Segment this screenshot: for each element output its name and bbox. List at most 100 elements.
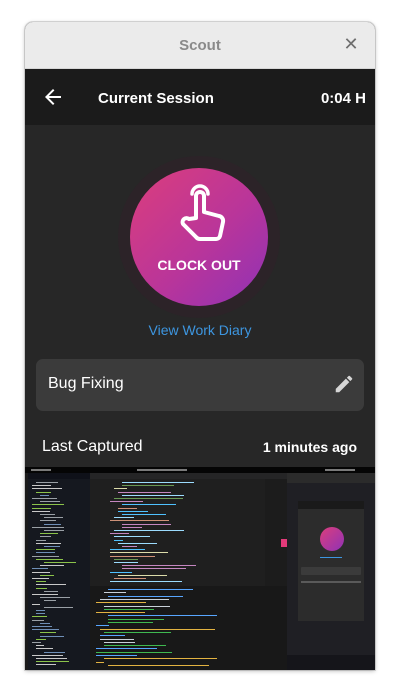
app-header: Current Session 0:04 H (25, 69, 375, 125)
thumbnail-text-line (40, 635, 64, 637)
thumbnail-text-line (32, 616, 47, 618)
page-title: Current Session (98, 90, 214, 107)
window-title: Scout (179, 37, 221, 54)
thumbnail-text-line (114, 578, 146, 579)
thumbnail-text-line (32, 642, 41, 643)
thumbnail-text-line (36, 552, 55, 554)
thumbnail-text-line (104, 658, 217, 660)
task-card[interactable]: Bug Fixing (36, 359, 364, 411)
thumbnail-text-line (44, 606, 73, 608)
window-titlebar: Scout ✕ (25, 22, 375, 69)
thumbnail-text-line (32, 498, 57, 499)
thumbnail-text-line (40, 501, 60, 503)
thumbnail-text-line (114, 530, 184, 531)
clock-out-label: CLOCK OUT (157, 257, 241, 273)
thumbnail-text-line (36, 558, 63, 560)
thumbnail-text-line (110, 571, 132, 573)
view-work-diary-link[interactable]: View Work Diary (25, 322, 375, 338)
thumbnail-text-line (96, 602, 146, 604)
task-name: Bug Fixing (48, 375, 124, 392)
thumbnail-text-line (122, 494, 184, 496)
thumbnail-text-line (122, 482, 194, 483)
thumbnail-text-line (118, 574, 167, 576)
thumbnail-text-line (118, 507, 137, 509)
last-captured-row: Last Captured 1 minutes ago (25, 435, 375, 459)
thumbnail-text-line (36, 482, 58, 483)
thumbnail-text-line (40, 494, 49, 496)
thumbnail-text-line (110, 549, 145, 551)
scout-window: Scout ✕ Current Session 0:04 H CLOCK OUT… (25, 22, 375, 670)
thumbnail-app-window (287, 473, 375, 670)
thumbnail-text-line (36, 648, 53, 650)
thumbnail-minimap (265, 479, 287, 586)
thumbnail-text-line (32, 555, 59, 557)
thumbnail-text-line (40, 520, 56, 522)
thumbnail-clock-button (320, 527, 344, 551)
thumbnail-text-line (114, 562, 138, 563)
thumbnail-text-line (40, 536, 51, 538)
thumbnail-text-line (32, 619, 44, 621)
thumbnail-text-line (108, 595, 183, 597)
thumbnail-text-line (40, 514, 55, 515)
thumbnail-text-line (110, 533, 129, 535)
thumbnail-text-line (32, 510, 50, 512)
thumbnail-text-line (110, 552, 168, 554)
thumbnail-text-line (104, 592, 126, 594)
thumbnail-text-line (36, 610, 45, 611)
thumbnail-text-line (36, 645, 44, 647)
thumbnail-text-line (122, 526, 142, 528)
thumbnail-text-line (108, 664, 209, 666)
thumbnail-text-line (104, 631, 171, 633)
hand-pointer-icon (180, 184, 226, 241)
thumbnail-text-line (40, 622, 50, 624)
thumbnail-topbar-text (137, 469, 187, 471)
close-icon[interactable]: ✕ (341, 35, 361, 55)
thumbnail-text-line (44, 651, 65, 653)
thumbnail-text-line (44, 546, 60, 547)
thumbnail-text-line (104, 608, 154, 610)
thumbnail-text-line (40, 632, 56, 634)
thumbnail-text-line (36, 661, 69, 663)
thumbnail-text-line (110, 555, 155, 557)
thumbnail-text-line (108, 622, 153, 623)
thumbnail-text-line (36, 584, 66, 586)
thumbnail-text-line (104, 605, 170, 607)
thumbnail-text-line (44, 600, 56, 602)
thumbnail-terminal (90, 586, 287, 670)
clock-out-button[interactable]: CLOCK OUT (130, 168, 268, 306)
thumbnail-text-line (100, 635, 125, 637)
thumbnail-text-line (40, 574, 54, 576)
thumbnail-text-line (32, 626, 52, 627)
main-content: CLOCK OUT View Work Diary Bug Fixing Las… (25, 125, 375, 670)
thumbnail-text-line (32, 526, 64, 528)
thumbnail-text-line (100, 628, 215, 630)
thumbnail-app-titlebar (287, 473, 375, 483)
thumbnail-text-line (96, 625, 109, 627)
screenshot-thumbnail[interactable] (25, 467, 375, 670)
thumbnail-code-editor (90, 479, 287, 586)
arrow-left-icon[interactable] (41, 85, 65, 109)
thumbnail-text-line (100, 638, 134, 640)
thumbnail-text-line (36, 491, 51, 493)
thumbnail-text-line (110, 520, 169, 522)
thumbnail-task-card (301, 567, 361, 575)
thumbnail-text-line (108, 615, 217, 617)
thumbnail-text-line (36, 658, 67, 659)
thumbnail-text-line (32, 603, 40, 605)
pencil-icon[interactable] (333, 373, 355, 395)
thumbnail-text-line (108, 589, 193, 590)
thumbnail-text-line (104, 645, 166, 647)
thumbnail-bottombar (287, 655, 375, 670)
thumbnail-text-line (32, 504, 64, 506)
thumbnail-text-line (104, 641, 135, 643)
thumbnail-text-line (108, 618, 164, 620)
thumbnail-text-line (32, 594, 58, 595)
thumbnail-text-line (44, 562, 76, 563)
thumbnail-text-line (32, 571, 50, 573)
thumbnail-row (301, 581, 361, 583)
thumbnail-text-line (44, 517, 63, 519)
last-captured-time: 1 minutes ago (262, 439, 357, 455)
thumbnail-text-line (118, 491, 171, 493)
thumbnail-text-line (36, 587, 47, 589)
thumbnail-text-line (32, 578, 49, 579)
